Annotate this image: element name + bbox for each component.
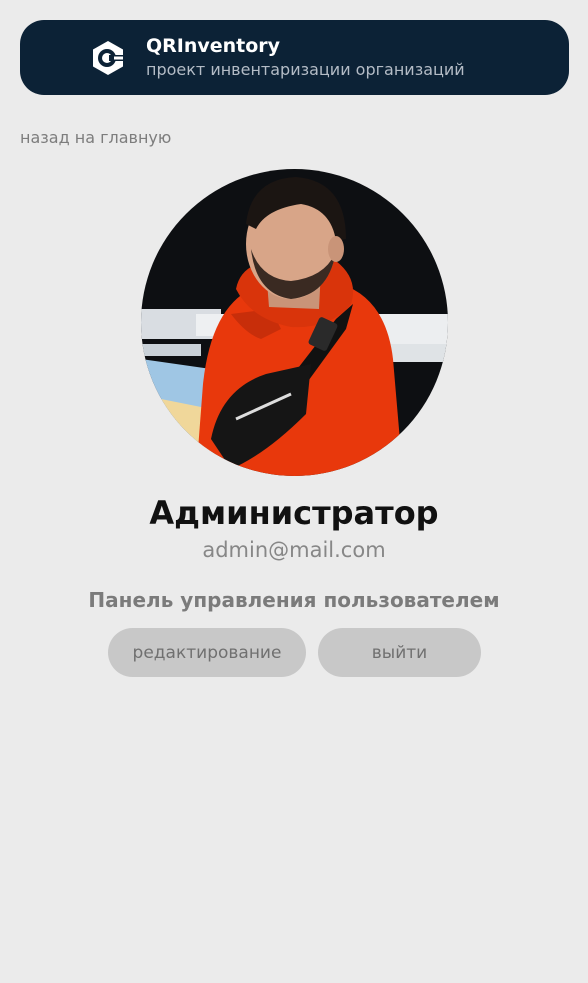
app-header: QRInventory проект инвентаризации органи…	[20, 20, 569, 95]
panel-title: Панель управления пользователем	[88, 588, 500, 612]
avatar	[141, 169, 448, 476]
brand-title[interactable]: QRInventory	[146, 34, 465, 58]
profile-name: Администратор	[149, 494, 439, 532]
profile-email: admin@mail.com	[202, 538, 386, 562]
logout-button[interactable]: выйти	[318, 628, 481, 677]
brand-subtitle: проект инвентаризации организаций	[146, 60, 465, 79]
brand: QRInventory проект инвентаризации органи…	[146, 34, 465, 82]
qr-gear-logo-icon[interactable]	[90, 40, 126, 76]
back-to-home-link[interactable]: назад на главную	[20, 128, 171, 147]
profile-page: QRInventory проект инвентаризации органи…	[0, 0, 588, 983]
edit-profile-button[interactable]: редактирование	[108, 628, 306, 677]
